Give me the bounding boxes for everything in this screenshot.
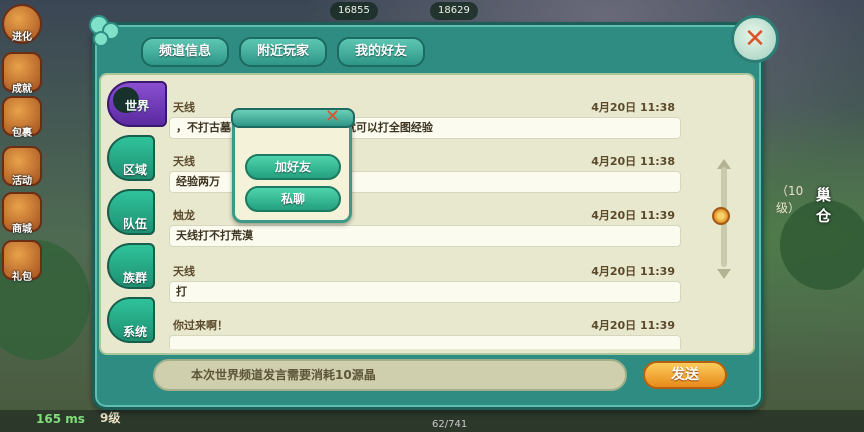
- private-chat-button[interactable]: 私聊: [245, 186, 341, 212]
- exp-counter: 62/741: [432, 419, 468, 430]
- top-tab-bar: 频道信息 附近玩家 我的好友: [141, 37, 426, 67]
- achievement-label: 成就: [12, 84, 32, 95]
- channel-tab-label: 系统: [123, 325, 148, 339]
- message-time: 4月20日 11:39: [591, 265, 675, 278]
- channel-tab-world[interactable]: 世界: [107, 81, 167, 127]
- monster-level: （10级）: [776, 184, 804, 215]
- message-item: 天线 4月20日 11:39 打: [165, 261, 685, 313]
- popup-close-icon[interactable]: ✕: [325, 106, 340, 127]
- gem-counter: 18629: [430, 2, 478, 20]
- message-sender[interactable]: 天线: [173, 263, 195, 279]
- channel-tab-label: 区域: [123, 163, 148, 177]
- channel-tab-label: 队伍: [123, 217, 148, 231]
- channel-tab-system[interactable]: 系统: [107, 297, 155, 343]
- message-sender[interactable]: 天线: [173, 99, 195, 115]
- tab-my-friends[interactable]: 我的好友: [337, 37, 426, 67]
- scrollbar-thumb[interactable]: [712, 207, 730, 225]
- message-time: 4月20日 11:39: [591, 209, 675, 222]
- player-action-popup: ✕ 加好友 私聊: [231, 106, 355, 223]
- message-time: 4月20日 11:38: [591, 101, 675, 114]
- tab-nearby-players[interactable]: 附近玩家: [239, 37, 328, 67]
- message-sender[interactable]: 你过来啊！: [173, 317, 228, 333]
- evolve-label: 进化: [12, 32, 32, 43]
- send-button[interactable]: 发送: [643, 361, 727, 389]
- chat-dialog: 频道信息 附近玩家 我的好友 ✕ 世界 区域 队伍 族群 系统 天线 4月20日…: [89, 15, 779, 410]
- channel-tab-team[interactable]: 队伍: [107, 189, 155, 235]
- channel-tab-label: 世界: [125, 99, 150, 113]
- coin-counter: 16855: [330, 2, 378, 20]
- nest-label[interactable]: 巢仓: [816, 184, 831, 226]
- event-label: 活动: [12, 176, 32, 187]
- clover-decoration-icon: [89, 15, 120, 47]
- bag-label: 包裹: [12, 128, 32, 139]
- message-text: [169, 335, 681, 349]
- message-item: 你过来啊！ 4月20日 11:39: [165, 315, 685, 349]
- add-friend-button[interactable]: 加好友: [245, 154, 341, 180]
- message-sender[interactable]: 烛龙: [173, 207, 195, 223]
- channel-tab-clan[interactable]: 族群: [107, 243, 155, 289]
- close-icon: ✕: [744, 24, 766, 54]
- left-menu-rail: 进化 成就 包裹 活动 商城 礼包: [0, 0, 44, 432]
- message-time: 4月20日 11:39: [591, 319, 675, 332]
- chat-input[interactable]: 本次世界频道发言需要消耗10源晶: [153, 359, 627, 391]
- message-text: 天线打不打荒漠: [169, 225, 681, 247]
- shop-label: 商城: [12, 224, 32, 235]
- message-text: 打: [169, 281, 681, 303]
- player-level: 9级: [100, 411, 121, 425]
- gift-label: 礼包: [12, 272, 32, 283]
- scroll-down-icon[interactable]: [717, 269, 731, 279]
- channel-tab-label: 族群: [123, 271, 148, 285]
- message-sender[interactable]: 天线: [173, 153, 195, 169]
- close-button[interactable]: ✕: [731, 15, 779, 63]
- ping-indicator: 165 ms: [36, 412, 85, 426]
- message-time: 4月20日 11:38: [591, 155, 675, 168]
- tab-channel-info[interactable]: 频道信息: [141, 37, 230, 67]
- channel-tab-region[interactable]: 区域: [107, 135, 155, 181]
